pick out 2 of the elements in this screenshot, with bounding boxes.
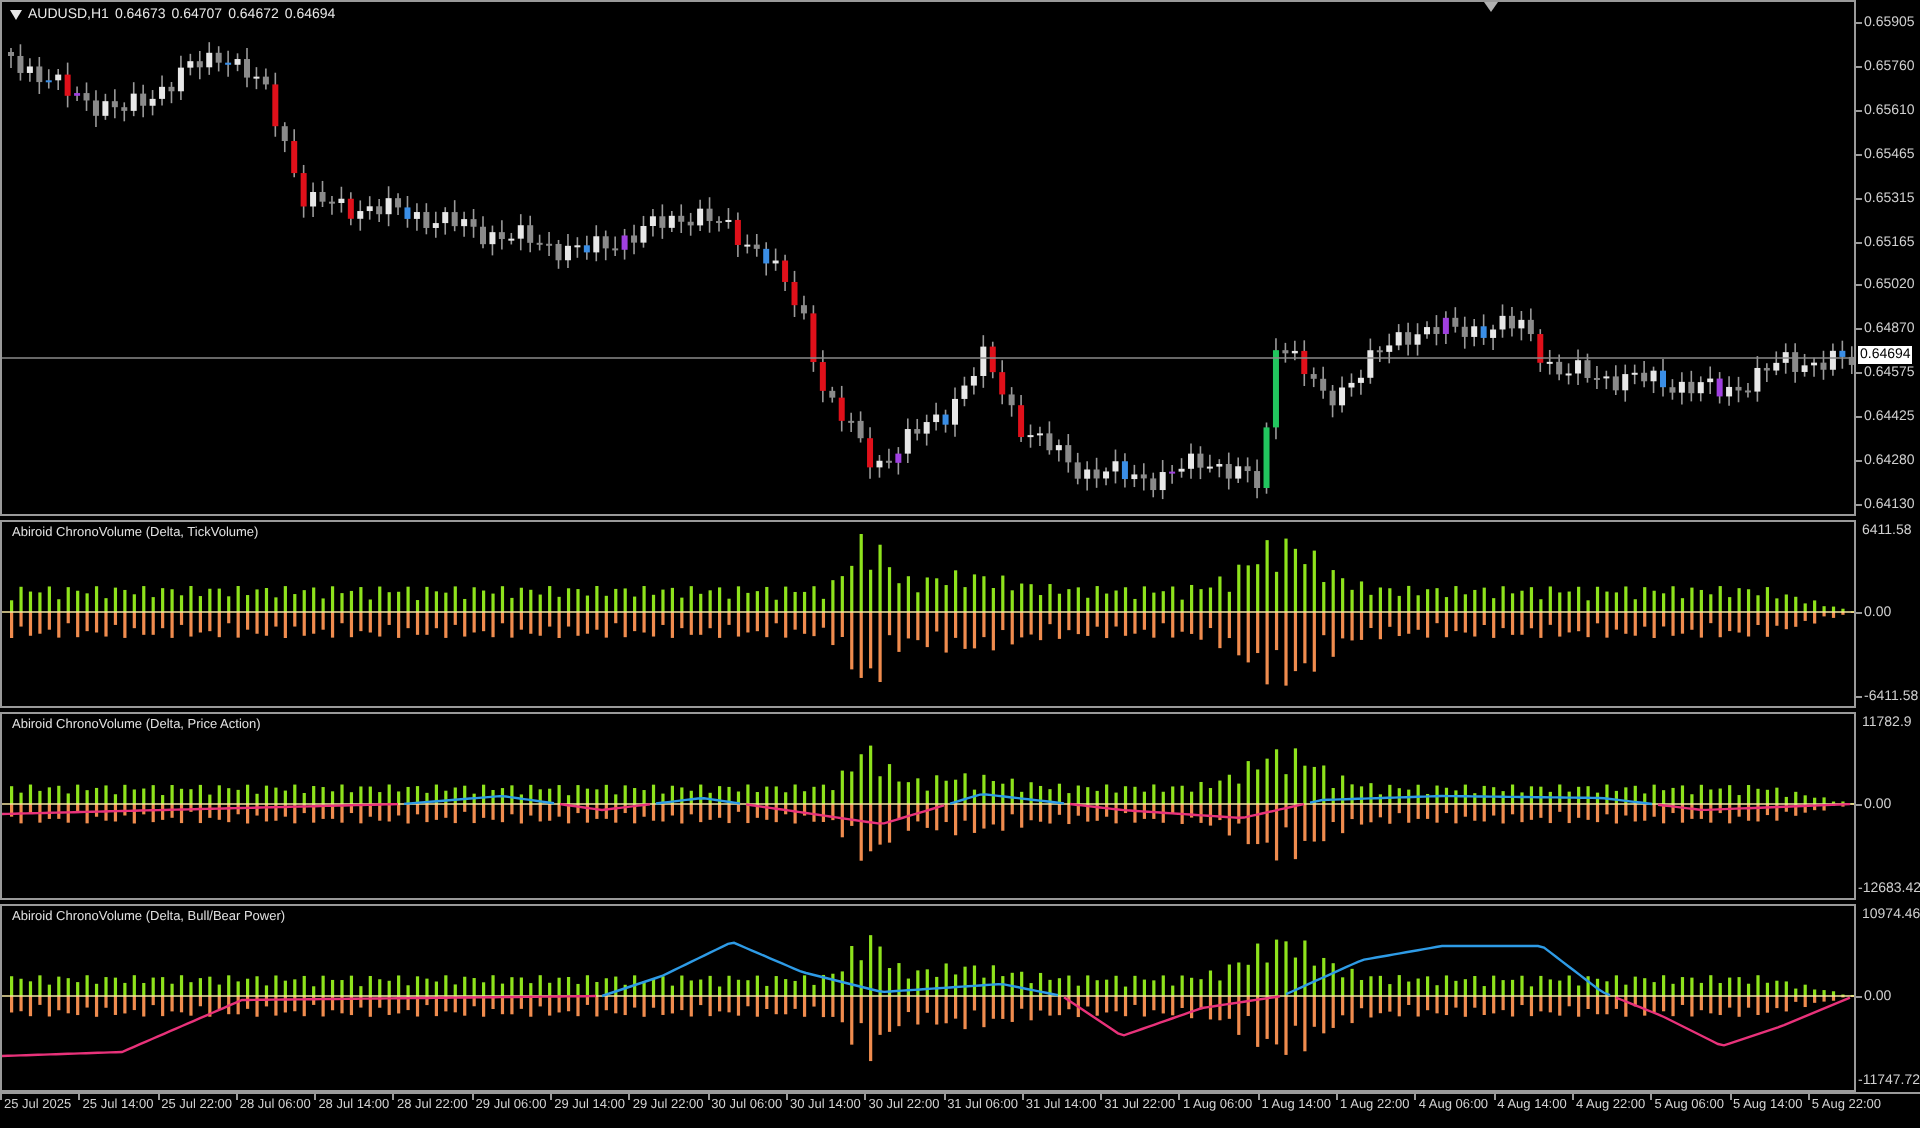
dropdown-triangle-icon[interactable] [10, 10, 22, 20]
shift-marker-icon[interactable] [1484, 2, 1498, 12]
